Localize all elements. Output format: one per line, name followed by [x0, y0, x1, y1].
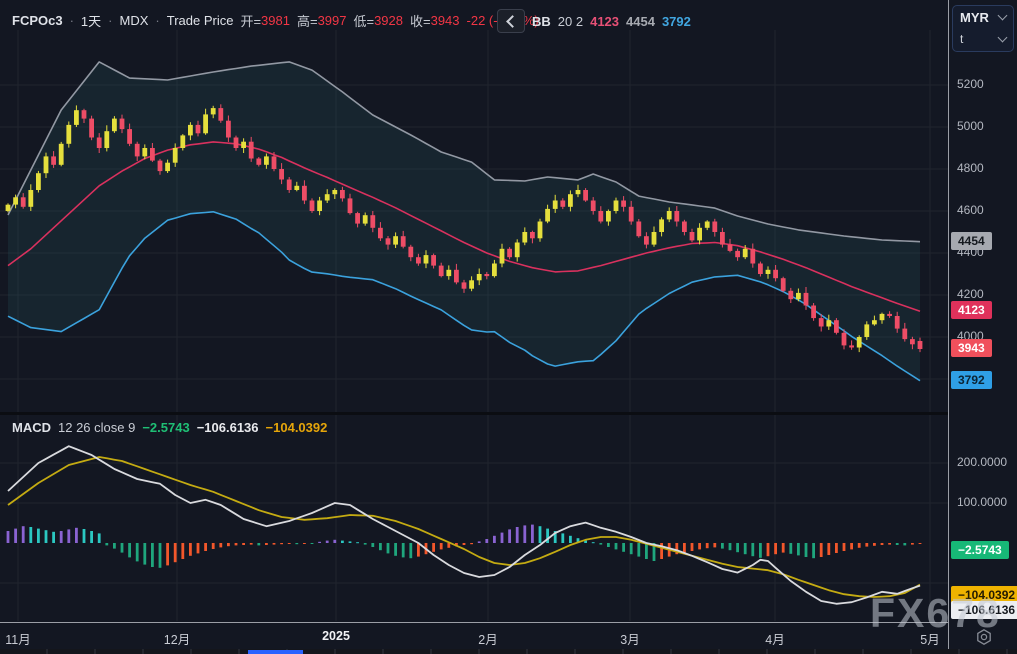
macd-badge: −2.5743 — [951, 541, 1009, 559]
price-badge: 3943 — [951, 339, 992, 357]
symbol-name: FCPOc3 — [12, 13, 63, 28]
axis-settings-gear-icon[interactable] — [975, 628, 993, 646]
high-value: 3997 — [318, 13, 347, 28]
price-badge: 3792 — [951, 371, 992, 389]
open-label: 开= — [240, 11, 261, 30]
macd-title: MACD — [12, 420, 51, 435]
time-axis-label: 2025 — [322, 629, 350, 643]
time-axis-label: 2月 — [478, 629, 497, 648]
macd-hist-value: −2.5743 — [142, 420, 189, 435]
price-badge: 4454 — [951, 232, 992, 250]
macd-tick-label: 200.0000 — [957, 455, 1007, 469]
time-axis-label: 12月 — [164, 629, 190, 648]
unit-value: t — [960, 32, 963, 46]
bb-lower-value: 3792 — [662, 14, 691, 29]
trading-chart-window: FCPOc3 · 1天 · MDX · Trade Price 开=3981 高… — [0, 0, 1017, 654]
data-range-strip[interactable] — [0, 649, 1017, 654]
collapse-legend-button[interactable] — [497, 9, 525, 33]
price-tick-label: 5000 — [957, 119, 984, 133]
exchange-label: MDX — [120, 13, 149, 28]
chart-canvas[interactable] — [0, 0, 1017, 654]
unit-select[interactable]: t — [953, 28, 1013, 50]
time-axis-label: 4月 — [765, 629, 784, 648]
price-tick-label: 4800 — [957, 161, 984, 175]
open-value: 3981 — [261, 13, 290, 28]
pane-divider[interactable] — [0, 412, 1017, 415]
price-badge: 4123 — [951, 301, 992, 319]
currency-unit-box: MYR t — [952, 5, 1014, 52]
close-value: 3943 — [431, 13, 460, 28]
time-axis-label: 5月 — [920, 629, 939, 648]
time-axis-label: 11月 — [5, 629, 30, 648]
symbol-legend[interactable]: FCPOc3 · 1天 · MDX · Trade Price 开=3981 高… — [12, 11, 539, 30]
chevron-down-icon — [998, 33, 1008, 43]
low-label: 低= — [353, 11, 374, 30]
time-axis[interactable]: 11月 12月 2025 2月 3月 4月 5月 — [0, 622, 1017, 650]
interval-label: 1天 — [81, 11, 101, 30]
close-label: 收= — [410, 11, 431, 30]
price-axis[interactable]: MYR t 5200500048004600440042004000200.00… — [948, 0, 1017, 649]
bb-params: 20 2 — [558, 14, 583, 29]
low-value: 3928 — [374, 13, 403, 28]
currency-value: MYR — [960, 10, 989, 25]
macd-indicator-legend[interactable]: MACD 12 26 close 9 −2.5743 −106.6136 −10… — [12, 420, 327, 435]
high-label: 高= — [297, 11, 318, 30]
bb-indicator-legend[interactable]: BB 20 2 4123 4454 3792 — [497, 9, 691, 33]
bb-basis-value: 4123 — [590, 14, 619, 29]
price-tick-label: 4200 — [957, 287, 984, 301]
macd-line-value: −106.6136 — [197, 420, 259, 435]
time-axis-label: 3月 — [620, 629, 639, 648]
price-tick-label: 5200 — [957, 77, 984, 91]
bb-title: BB — [532, 14, 551, 29]
bb-upper-value: 4454 — [626, 14, 655, 29]
currency-select[interactable]: MYR — [953, 6, 1013, 28]
macd-params: 12 26 close 9 — [58, 420, 135, 435]
macd-tick-label: 100.0000 — [957, 495, 1007, 509]
chevron-down-icon — [998, 11, 1008, 21]
visible-range-segment[interactable] — [248, 650, 303, 654]
macd-badge: −106.6136 — [951, 601, 1017, 619]
price-tick-label: 4600 — [957, 203, 984, 217]
chevron-left-icon — [506, 15, 519, 28]
macd-signal-value: −104.0392 — [266, 420, 328, 435]
series-label: Trade Price — [167, 13, 234, 28]
